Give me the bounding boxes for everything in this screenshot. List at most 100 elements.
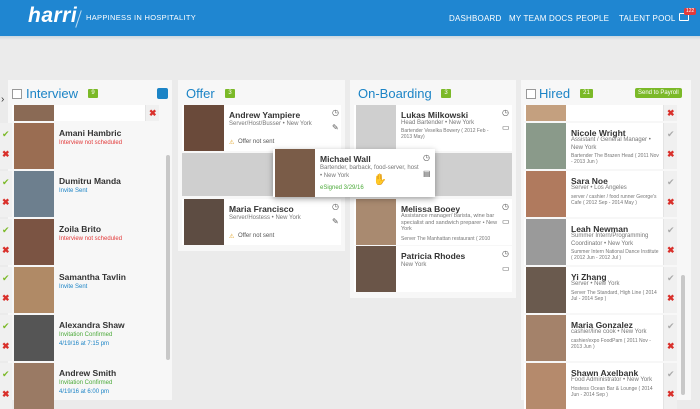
candidate-role: Assistance manager/ barista, wine bar sp… [401,213,498,232]
send-to-payroll-button[interactable]: Send to Payroll [635,88,682,98]
check-icon[interactable]: ✔ [2,129,10,140]
experience-text: server / cashier / food runner George's … [571,194,657,206]
avatar [526,123,566,169]
candidate-role: Server • New York [571,281,620,287]
check-icon[interactable]: ✔ [667,177,675,188]
check-icon[interactable]: ✔ [667,129,675,140]
folder-icon[interactable]: ▭ [502,123,510,132]
dragged-card[interactable]: Michael Wall Bartender, barback, food-se… [273,149,435,197]
action-bar: ✖ [145,105,159,121]
select-all-checkbox[interactable] [12,89,22,99]
info-icon[interactable]: ◷ [502,202,509,211]
experience-text: Hostess Ocean Bar & Lounge ( 2014 Jun - … [571,386,653,398]
status-text: Invitation Confirmed [59,332,113,338]
interview-date: 4/19/16 at 7:15 pm [59,341,110,347]
hired-column: Hired 21 Send to Payroll ✖ Nicole Wright… [521,80,691,409]
close-icon[interactable]: ✖ [2,245,10,256]
info-icon[interactable]: ◷ [502,249,509,258]
close-icon[interactable]: ✖ [149,108,157,119]
scrollbar[interactable] [681,275,685,395]
check-icon[interactable]: ✔ [2,321,10,332]
info-icon[interactable]: ◷ [332,202,339,211]
candidate-role: Server/Host/Busser • New York [229,121,312,127]
check-icon[interactable]: ✔ [2,177,10,188]
check-icon[interactable]: ✔ [2,369,10,380]
list-item[interactable]: Sara Noe Server • Los Angeles server / c… [524,171,677,217]
close-icon[interactable]: ✖ [667,293,675,304]
avatar [184,105,224,151]
action-bar: ✔ ✖ [663,219,677,265]
close-icon[interactable]: ✖ [667,341,675,352]
check-icon[interactable]: ✔ [667,369,675,380]
list-item[interactable]: Melissa Booey Assistance manager/ barist… [354,199,512,245]
list-item[interactable]: Shawn Axelbank Food Administrator • New … [524,363,677,409]
edit-icon[interactable]: ✎ [332,217,339,226]
experience-text: cashier/expo FoodPam ( 2011 Nov - 2013 J… [571,338,651,350]
folder-icon[interactable]: ▭ [502,217,510,226]
list-item[interactable]: ✖ [12,105,159,121]
close-icon[interactable]: ✖ [2,341,10,352]
harri-logo[interactable]: harri [28,4,77,28]
calendar-icon[interactable] [157,88,168,99]
top-navbar: harri HAPPINESS IN HOSPITALITY DASHBOARD… [0,0,700,36]
tagline: HAPPINESS IN HOSPITALITY [86,13,197,22]
list-item[interactable]: Patricia Rhodes New York ◷ ▭ [354,246,512,292]
mail-badge: 122 [684,8,697,15]
close-icon[interactable]: ✖ [667,245,675,256]
info-icon[interactable]: ◷ [423,153,430,162]
status-text: Invite Sent [59,284,88,290]
check-icon[interactable]: ✔ [667,225,675,236]
avatar [526,171,566,217]
chevron-right-icon[interactable]: › [1,94,4,105]
check-icon[interactable]: ✔ [667,273,675,284]
edit-icon[interactable]: ✎ [332,123,339,132]
select-all-checkbox[interactable] [526,89,536,99]
nav-people[interactable]: PEOPLE [576,14,609,23]
close-icon[interactable]: ✖ [2,389,10,400]
list-item[interactable]: Lukas Milkowski Head Bartender • New Yor… [354,105,512,151]
candidate-name: Alexandra Shaw [59,320,125,330]
action-bar: ✔ ✖ [0,219,12,265]
action-bar: ✔ ✖ [0,171,12,217]
count-badge: 21 [580,89,593,98]
close-icon[interactable]: ✖ [2,149,10,160]
list-item[interactable]: Andrew Yampiere Server/Host/Busser • New… [182,105,341,151]
list-item[interactable]: Leah Newman Summer Intern/Programming Co… [524,219,677,265]
check-icon[interactable]: ✔ [2,273,10,284]
close-icon[interactable]: ✖ [667,108,675,119]
action-bar: ✔ ✖ [663,123,677,169]
close-icon[interactable]: ✖ [667,197,675,208]
close-icon[interactable]: ✖ [667,389,675,400]
close-icon[interactable]: ✖ [2,293,10,304]
info-icon[interactable]: ◷ [502,108,509,117]
document-icon[interactable]: ▤ [423,169,431,178]
nav-talent-pool[interactable]: TALENT POOL [619,14,676,23]
interview-date: 4/19/16 at 6:00 pm [59,389,110,395]
candidate-name: Zoila Brito [59,224,102,234]
info-icon[interactable]: ◷ [332,108,339,117]
avatar [356,105,396,151]
candidate-role: Food Administrator • New York [571,377,653,383]
list-item[interactable]: Yi Zhang Server • New York Server The St… [524,267,677,313]
avatar [184,199,224,245]
action-bar: ✔ ✖ [0,267,12,313]
candidate-name: Michael Wall [320,154,371,164]
close-icon[interactable]: ✖ [2,197,10,208]
close-icon[interactable]: ✖ [667,149,675,160]
action-bar: ✖ [663,105,677,121]
nav-my-team-docs[interactable]: MY TEAM DOCS [509,14,573,23]
list-item[interactable]: ✖ [524,105,677,121]
status-text: eSigned 3/29/16 [320,185,364,191]
check-icon[interactable]: ✔ [2,225,10,236]
list-item[interactable]: Nicole Wright Assistant / General Manage… [524,123,677,169]
avatar [526,363,566,409]
action-bar: ✔ ✖ [0,315,12,361]
folder-icon[interactable]: ▭ [502,264,510,273]
check-icon[interactable]: ✔ [667,321,675,332]
action-bar: ✔ ✖ [0,123,12,169]
scrollbar[interactable] [166,155,170,360]
candidate-role: Head Bartender • New York [401,120,475,126]
nav-dashboard[interactable]: DASHBOARD [449,14,501,23]
list-item[interactable]: Maria Francisco Server/Hostess • New Yor… [182,199,341,245]
list-item[interactable]: Maria Gonzalez cashier/line cook • New Y… [524,315,677,361]
